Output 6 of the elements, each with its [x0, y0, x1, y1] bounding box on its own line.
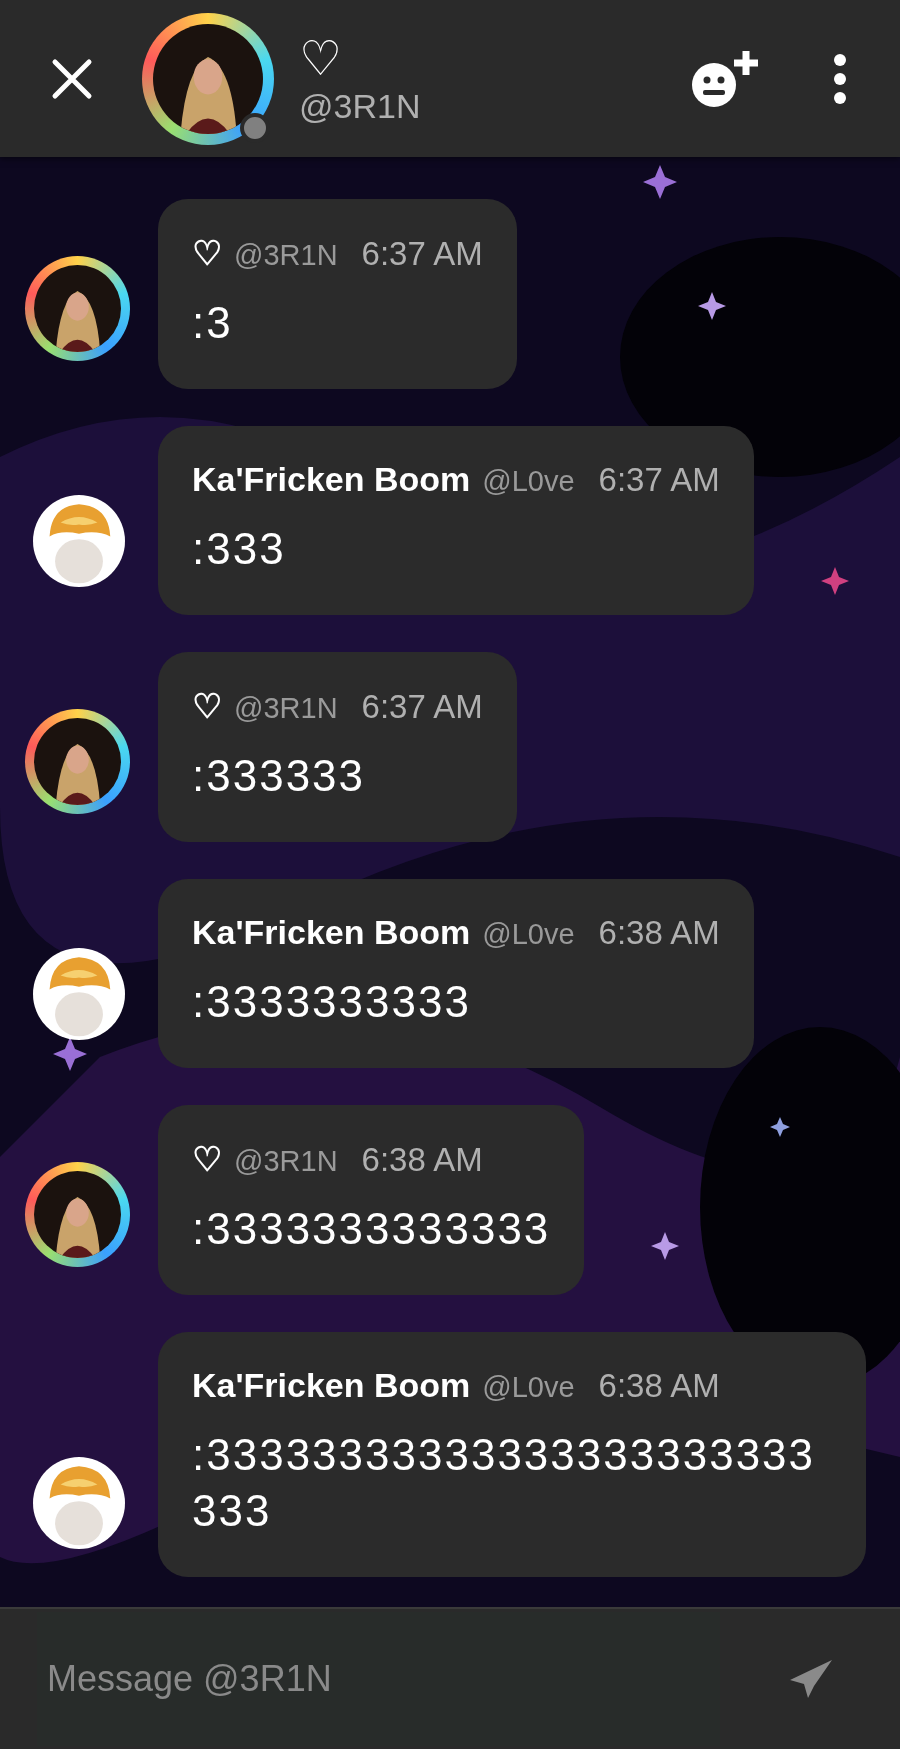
username: @3R1N: [299, 85, 421, 126]
display-name: ♡: [299, 31, 343, 86]
send-button[interactable]: [788, 1658, 834, 1700]
close-icon: [50, 56, 94, 101]
send-icon: [788, 1658, 834, 1700]
close-button[interactable]: [50, 56, 94, 101]
